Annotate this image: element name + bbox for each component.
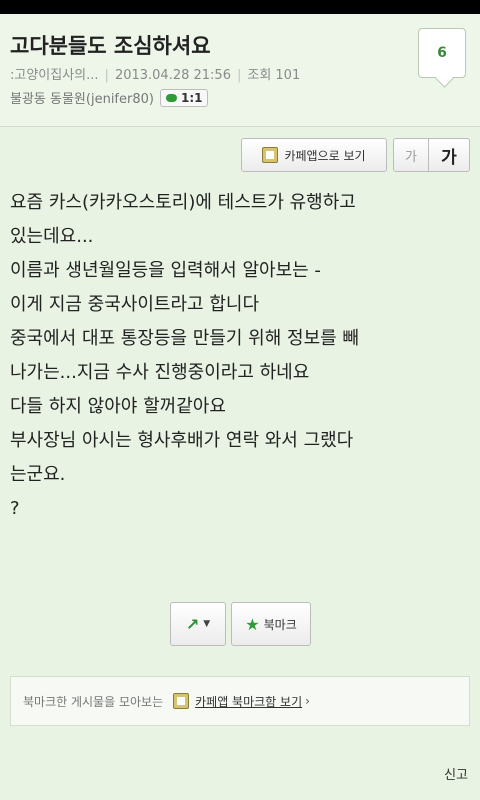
body-line: ? (10, 498, 20, 519)
board-name[interactable]: 불광동 동물원(jenifer80) (10, 88, 154, 107)
cafe-bookmark-link-label: 카페앱 북마크함 보기 (195, 694, 303, 709)
share-button[interactable]: ↗ ▼ (170, 602, 226, 646)
board-info: 불광동 동물원(jenifer80) 1:1 (10, 88, 209, 107)
font-size-large-button[interactable]: 가 (428, 138, 470, 172)
body-line: 다들 하지 않아야 할꺼같아요 (10, 396, 226, 417)
body-line: 중국에서 대포 통장등을 만들기 위해 정보를 빼 (10, 328, 359, 349)
body-line: 이게 지금 중국사이트라고 합니다 (10, 294, 260, 315)
cafe-app-view-button[interactable]: 카페앱으로 보기 (241, 138, 387, 172)
chat-badge[interactable]: 1:1 (159, 88, 209, 107)
share-icon: ↗ (185, 614, 200, 634)
post-body: 요즘 카스(카카오스토리)에 테스트가 유행하고 있는데요... 이름과 생년월… (10, 186, 472, 526)
body-line: 있는데요... (10, 226, 94, 247)
divider: | (236, 68, 242, 83)
post-date: 2013.04.28 21:56 (114, 68, 231, 83)
cafe-app-icon (262, 147, 279, 163)
body-line: 나가는...지금 수사 진행중이라고 하네요 (10, 362, 310, 383)
cafe-bookmark-link[interactable]: 카페앱 북마크함 보기 › (173, 693, 310, 710)
bookmark-promo-bar: 북마크한 게시물을 모아보는 카페앱 북마크함 보기 › (10, 676, 470, 726)
bookmark-promo-text: 북마크한 게시물을 모아보는 (23, 694, 164, 709)
font-large-label: 가 (441, 147, 457, 168)
star-icon: ★ (245, 614, 260, 634)
body-line: 부사장님 아시는 형사후배가 연락 와서 그랬다 (10, 430, 354, 451)
cafe-app-icon (173, 693, 190, 709)
comment-count-button[interactable]: 6 (418, 28, 466, 78)
status-bar (0, 0, 480, 14)
report-link[interactable]: 신고 (444, 764, 468, 783)
body-line: 는군요. (10, 464, 66, 485)
font-small-label: 가 (405, 149, 417, 165)
view-count: 조회 101 (247, 68, 301, 83)
cafe-app-label: 카페앱으로 보기 (284, 148, 366, 163)
chevron-down-icon: ▼ (203, 619, 211, 629)
author-name[interactable]: :고양이집사의... (10, 68, 99, 83)
post-header: 고다분들도 조심하셔요 :고양이집사의... | 2013.04.28 21:56 |… (0, 14, 480, 127)
post-meta: :고양이집사의... | 2013.04.28 21:56 | 조회 101 (10, 64, 300, 83)
divider: | (104, 68, 109, 83)
bookmark-button[interactable]: ★ 북마크 (231, 602, 311, 646)
comment-count: 6 (437, 45, 447, 61)
font-size-small-button[interactable]: 가 (393, 138, 429, 172)
bookmark-label: 북마크 (263, 617, 297, 632)
chat-badge-label: 1:1 (180, 90, 203, 105)
body-line: 이름과 생년월일등을 입력해서 알아보는 - (10, 260, 321, 281)
chevron-right-icon: › (305, 694, 310, 708)
chat-bubble-icon (165, 93, 177, 102)
body-line: 요즘 카스(카카오스토리)에 테스트가 유행하고 (10, 192, 356, 213)
post-title: 고다분들도 조심하셔요 (10, 34, 211, 58)
